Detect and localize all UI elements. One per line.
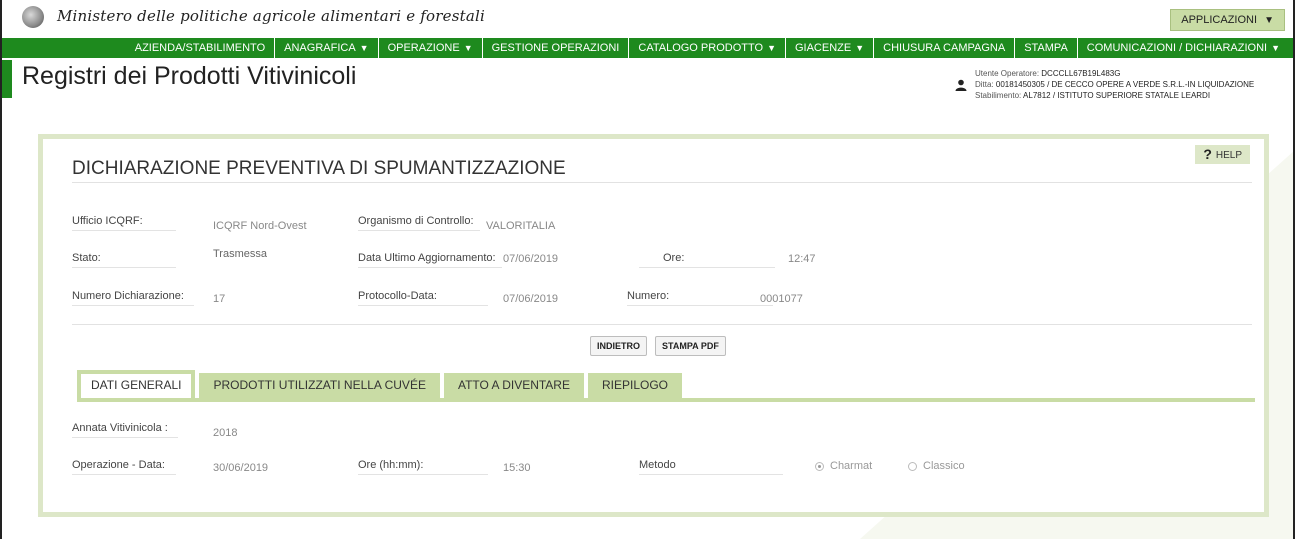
- ditta-value: 00181450305 / DE CECCO OPERE A VERDE S.R…: [995, 80, 1255, 89]
- main-nav: AZIENDA/STABILIMENTO ANAGRAFICA ▼ OPERAZI…: [2, 38, 1293, 58]
- stabilimento-value: AL7812 / ISTITUTO SUPERIORE STATALE LEAR…: [1023, 91, 1211, 100]
- tab-prodotti-cuvee[interactable]: PRODOTTI UTILIZZATI NELLA CUVÉE: [199, 373, 440, 398]
- user-icon: [955, 79, 967, 91]
- nav-item-label: CATALOGO PRODOTTO: [638, 42, 764, 54]
- ditta-line: Ditta: 00181450305 / DE CECCO OPERE A VE…: [975, 79, 1254, 90]
- section-divider: [72, 182, 1252, 183]
- numero-dichiarazione-value: 17: [213, 293, 226, 305]
- nav-item-anagrafica[interactable]: ANAGRAFICA ▼: [274, 38, 377, 58]
- republic-emblem-icon: [22, 6, 44, 28]
- stato-label: Stato:: [72, 252, 176, 268]
- nav-item-label: GIACENZE: [794, 42, 852, 54]
- nav-item-giacenze[interactable]: GIACENZE ▼: [784, 38, 873, 58]
- operazione-data-value: 30/06/2019: [213, 462, 269, 474]
- stabilimento-line: Stabilimento: AL7812 / ISTITUTO SUPERIOR…: [975, 90, 1254, 101]
- metodo-radio-classico[interactable]: Classico: [908, 460, 965, 472]
- nav-item-azienda[interactable]: AZIENDA/STABILIMENTO: [126, 38, 274, 58]
- indietro-button[interactable]: INDIETRO: [590, 336, 648, 356]
- organismo-value: VALORITALIA: [486, 220, 556, 232]
- section-title: DICHIARAZIONE PREVENTIVA DI SPUMANTIZZAZ…: [72, 158, 566, 179]
- nav-item-label: STAMPA: [1024, 42, 1068, 54]
- tab-dati-generali[interactable]: DATI GENERALI: [77, 370, 196, 398]
- data-aggiornamento-label: Data Ultimo Aggiornamento:: [358, 252, 502, 268]
- nav-item-operazione[interactable]: OPERAZIONE ▼: [377, 38, 482, 58]
- numero-dichiarazione-label: Numero Dichiarazione:: [72, 290, 194, 306]
- help-icon: ?: [1203, 146, 1212, 162]
- caret-down-icon: ▼: [1264, 15, 1274, 26]
- tab-riepilogo[interactable]: RIEPILOGO: [587, 373, 683, 398]
- operazione-data-label: Operazione - Data:: [72, 459, 176, 475]
- ufficio-label: Ufficio ICQRF:: [72, 215, 176, 231]
- numero-value: 0001077: [760, 293, 803, 305]
- stato-value: Trasmessa: [213, 248, 267, 260]
- nav-item-catalogo-prodotto[interactable]: CATALOGO PRODOTTO ▼: [628, 38, 785, 58]
- annata-value: 2018: [213, 427, 238, 439]
- ufficio-value: ICQRF Nord-Ovest: [213, 220, 307, 232]
- nav-item-chiusura-campagna[interactable]: CHIUSURA CAMPAGNA: [873, 38, 1014, 58]
- help-label: HELP: [1215, 150, 1242, 161]
- ore-value: 12:47: [788, 253, 816, 265]
- protocollo-data-value: 07/06/2019: [503, 293, 559, 305]
- ministry-name: Ministero delle politiche agricole alime…: [57, 7, 485, 25]
- caret-down-icon: ▼: [359, 43, 369, 53]
- organismo-label: Organismo di Controllo:: [358, 215, 480, 231]
- caret-down-icon: ▼: [767, 43, 776, 53]
- caret-down-icon: ▼: [463, 43, 473, 53]
- applicazioni-label: APPLICAZIONI: [1181, 14, 1258, 26]
- operator-line: Utente Operatore: DCCCLL67B19L483G: [975, 68, 1254, 79]
- nav-item-label: GESTIONE OPERAZIONI: [491, 42, 620, 54]
- caret-down-icon: ▼: [1271, 43, 1280, 53]
- radio-selected-icon: [815, 461, 824, 471]
- tab-bar: DATI GENERALI PRODOTTI UTILIZZATI NELLA …: [77, 370, 686, 398]
- tab-underline: [77, 398, 1255, 402]
- radio-label: Charmat: [830, 460, 873, 472]
- page-title: Registri dei Prodotti Vitivinicoli: [22, 62, 357, 90]
- nav-item-label: COMUNICAZIONI / DICHIARAZIONI: [1086, 42, 1268, 54]
- nav-item-stampa[interactable]: STAMPA: [1014, 38, 1077, 58]
- actions-divider: [72, 324, 1252, 325]
- nav-item-label: ANAGRAFICA: [284, 42, 356, 54]
- tab-atto-a-diventare[interactable]: ATTO A DIVENTARE: [443, 373, 584, 398]
- operator-label: Utente Operatore:: [975, 69, 1040, 78]
- protocollo-data-label: Protocollo-Data:: [358, 290, 488, 306]
- ore-hhmm-label: Ore (hh:mm):: [358, 459, 488, 475]
- ore-hhmm-value: 15:30: [503, 462, 531, 474]
- nav-item-label: CHIUSURA CAMPAGNA: [883, 42, 1006, 54]
- numero-label: Numero:: [627, 290, 773, 306]
- stabilimento-label: Stabilimento:: [975, 91, 1022, 100]
- nav-item-comunicazioni[interactable]: COMUNICAZIONI / DICHIARAZIONI ▼: [1076, 38, 1289, 58]
- ore-label: Ore:: [639, 252, 775, 268]
- caret-down-icon: ▼: [855, 43, 865, 53]
- nav-item-gestione-operazioni[interactable]: GESTIONE OPERAZIONI: [481, 38, 629, 58]
- ditta-label: Ditta:: [975, 80, 994, 89]
- annata-label: Annata Vitivinicola :: [72, 422, 178, 438]
- help-button[interactable]: ? HELP: [1195, 145, 1250, 164]
- nav-item-label: OPERAZIONE: [387, 42, 460, 54]
- operator-value: DCCCLL67B19L483G: [1041, 69, 1121, 78]
- user-info: Utente Operatore: DCCCLL67B19L483G Ditta…: [975, 68, 1254, 101]
- nav-item-label: AZIENDA/STABILIMENTO: [134, 42, 266, 54]
- declaration-panel: ? HELP DICHIARAZIONE PREVENTIVA DI SPUMAN…: [38, 134, 1269, 517]
- applicazioni-button[interactable]: APPLICAZIONI ▼: [1170, 9, 1285, 31]
- title-accent-bar: [2, 60, 12, 98]
- top-bar: Ministero delle politiche agricole alime…: [2, 0, 1293, 38]
- stampa-pdf-button[interactable]: STAMPA PDF: [655, 336, 726, 356]
- metodo-radio-charmat[interactable]: Charmat: [815, 460, 872, 472]
- metodo-label: Metodo: [639, 459, 783, 475]
- data-aggiornamento-value: 07/06/2019: [503, 253, 559, 265]
- radio-label: Classico: [923, 460, 965, 472]
- radio-unselected-icon: [908, 461, 917, 471]
